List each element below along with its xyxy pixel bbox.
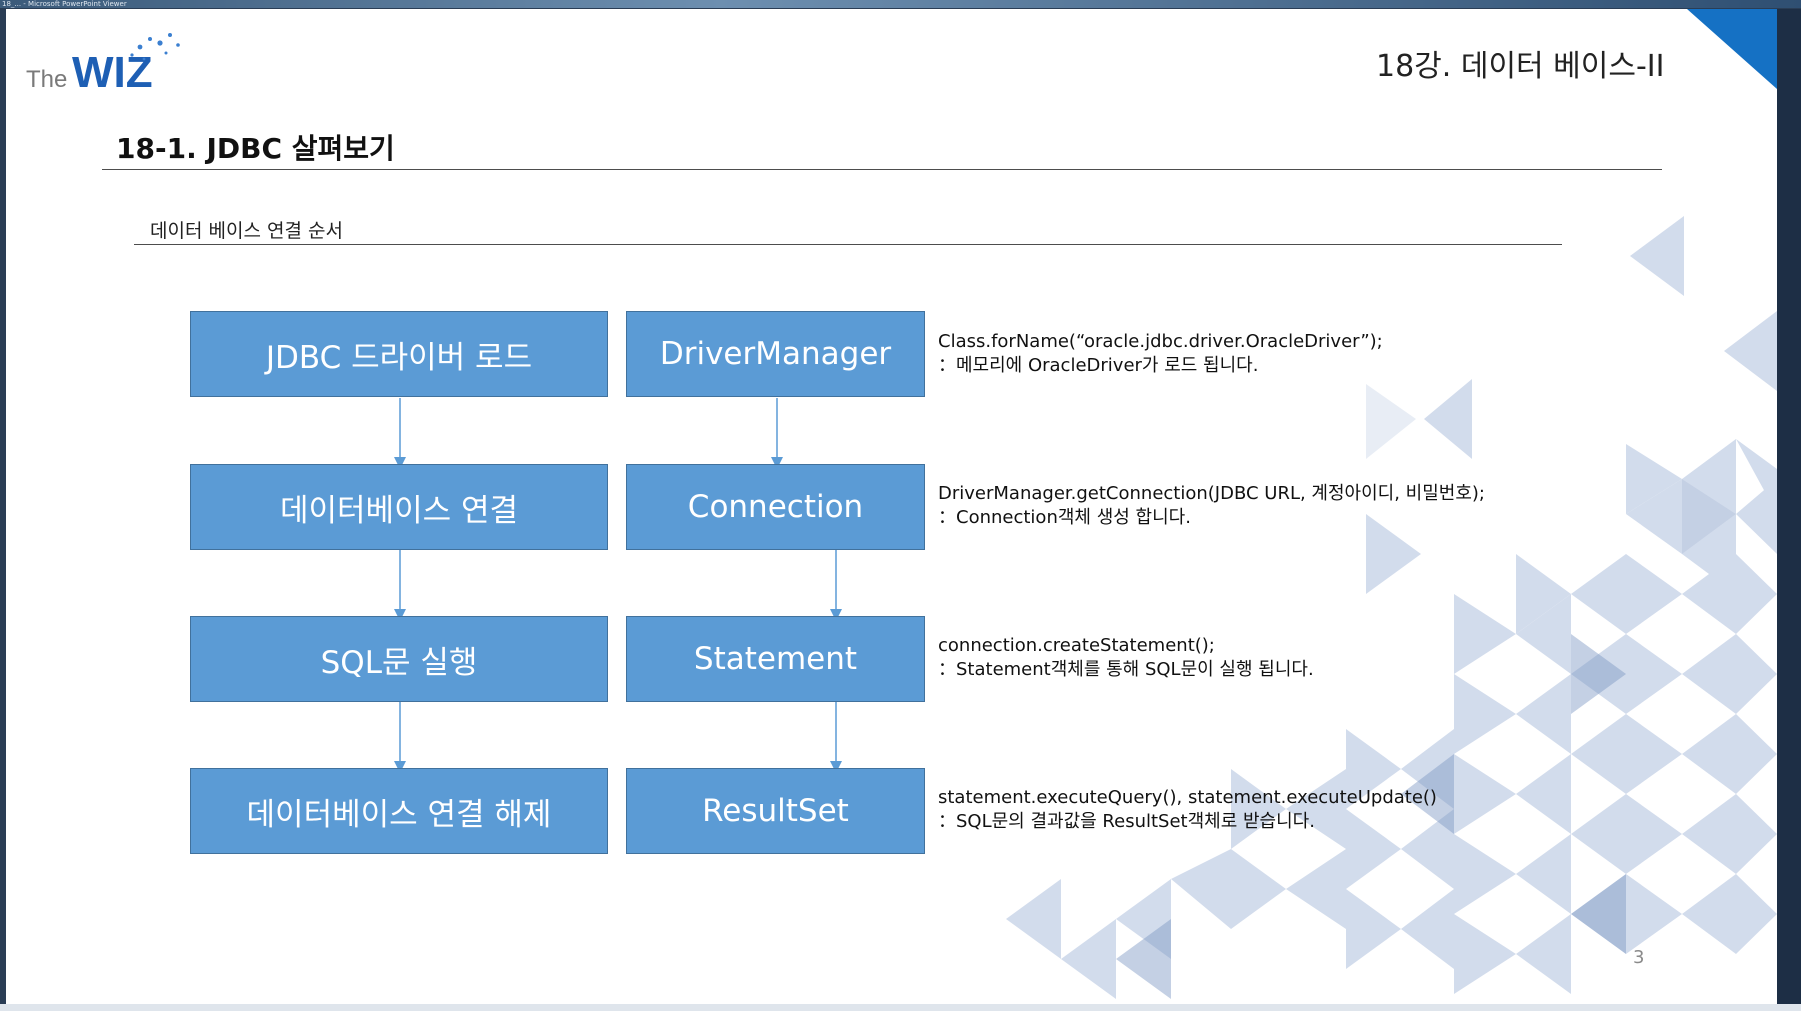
viewer-right-edge (1777, 9, 1801, 1004)
object-box-drivermanager: DriverManager (626, 311, 925, 397)
step-box-disconnect-db: 데이터베이스 연결 해제 (190, 768, 608, 854)
object-box-resultset: ResultSet (626, 768, 925, 854)
code-line: DriverManager.getConnection(JDBC URL, 계정… (938, 483, 1485, 504)
code-line: connection.createStatement(); (938, 635, 1215, 656)
page-number: 3 (1633, 947, 1645, 968)
code-line: statement.executeQuery(), statement.exec… (938, 787, 1437, 808)
note-line: ：메모리에 OracleDriver가 로드 됩니다. (938, 355, 1259, 376)
window-title: 18_... - Microsoft PowerPoint Viewer (2, 0, 127, 8)
step-box-load-driver: JDBC 드라이버 로드 (190, 311, 608, 397)
note-line: ：Statement객체를 통해 SQL문이 실행 됩니다. (938, 659, 1314, 680)
code-line: Class.forName(“oracle.jdbc.driver.Oracle… (938, 331, 1383, 352)
step-description-3: connection.createStatement(); ：Statement… (938, 634, 1314, 682)
step-description-4: statement.executeQuery(), statement.exec… (938, 786, 1437, 834)
window-title-bar: 18_... - Microsoft PowerPoint Viewer (0, 0, 1801, 8)
note-line: ：SQL문의 결과값을 ResultSet객체로 받습니다. (938, 811, 1315, 832)
step-description-1: Class.forName(“oracle.jdbc.driver.Oracle… (938, 330, 1383, 378)
step-box-connect-db: 데이터베이스 연결 (190, 464, 608, 550)
slide: The WIZ 18강. 데이터 베이스-II 18-1. JDBC 살펴보기 … (6, 9, 1777, 1004)
viewer-bottom-edge (0, 1004, 1801, 1011)
step-description-2: DriverManager.getConnection(JDBC URL, 계정… (938, 482, 1485, 530)
object-box-statement: Statement (626, 616, 925, 702)
step-box-execute-sql: SQL문 실행 (190, 616, 608, 702)
note-line: ：Connection객체 생성 합니다. (938, 507, 1191, 528)
object-box-connection: Connection (626, 464, 925, 550)
